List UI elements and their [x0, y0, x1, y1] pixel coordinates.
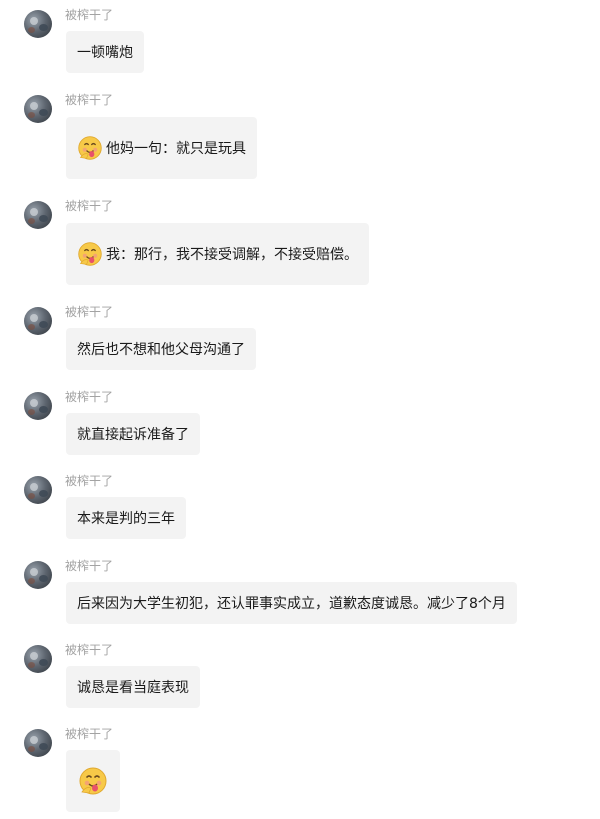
- sender-name: 被榨干了: [65, 390, 114, 404]
- sender-name: 被榨干了: [65, 559, 114, 573]
- message-bubble[interactable]: [66, 750, 120, 812]
- avatar[interactable]: [24, 561, 52, 589]
- avatar[interactable]: [24, 201, 52, 229]
- avatar[interactable]: [24, 95, 52, 123]
- message-bubble[interactable]: 我：那行，我不接受调解，不接受赔偿。: [66, 223, 369, 285]
- message-text: 我：那行，我不接受调解，不接受赔偿。: [106, 247, 358, 263]
- message-bubble[interactable]: 然后也不想和他父母沟通了: [66, 328, 256, 370]
- sender-name: 被榨干了: [65, 93, 114, 107]
- avatar[interactable]: [24, 307, 52, 335]
- avatar[interactable]: [24, 476, 52, 504]
- avatar[interactable]: [24, 729, 52, 757]
- chat-log: 被榨干了 一顿嘴炮 被榨干了 他妈一句：就只是玩具 被榨干了 我：那行，我不接受…: [0, 0, 600, 819]
- message-text: 就直接起诉准备了: [77, 427, 189, 443]
- tongue-emoji-icon: [78, 242, 102, 266]
- message-text: 本来是判的三年: [77, 511, 175, 527]
- message-bubble[interactable]: 就直接起诉准备了: [66, 413, 200, 455]
- message-bubble[interactable]: 一顿嘴炮: [66, 31, 144, 73]
- message-bubble[interactable]: 后来因为大学生初犯，还认罪事实成立，道歉态度诚恳。减少了8个月: [66, 582, 517, 624]
- message-bubble[interactable]: 诚恳是看当庭表现: [66, 666, 200, 708]
- avatar[interactable]: [24, 645, 52, 673]
- avatar[interactable]: [24, 10, 52, 38]
- message-text: 一顿嘴炮: [77, 45, 133, 61]
- message-text: 然后也不想和他父母沟通了: [77, 342, 245, 358]
- sender-name: 被榨干了: [65, 727, 114, 741]
- sender-name: 被榨干了: [65, 643, 114, 657]
- sender-name: 被榨干了: [65, 305, 114, 319]
- message-text: 后来因为大学生初犯，还认罪事实成立，道歉态度诚恳。减少了8个月: [77, 596, 506, 612]
- tongue-emoji-icon: [79, 767, 107, 795]
- sender-name: 被榨干了: [65, 474, 114, 488]
- message-bubble[interactable]: 他妈一句：就只是玩具: [66, 117, 257, 179]
- tongue-emoji-icon: [78, 136, 102, 160]
- message-text: 他妈一句：就只是玩具: [106, 141, 246, 157]
- avatar[interactable]: [24, 392, 52, 420]
- message-text: 诚恳是看当庭表现: [77, 680, 189, 696]
- sender-name: 被榨干了: [65, 199, 114, 213]
- sender-name: 被榨干了: [65, 8, 114, 22]
- message-bubble[interactable]: 本来是判的三年: [66, 497, 186, 539]
